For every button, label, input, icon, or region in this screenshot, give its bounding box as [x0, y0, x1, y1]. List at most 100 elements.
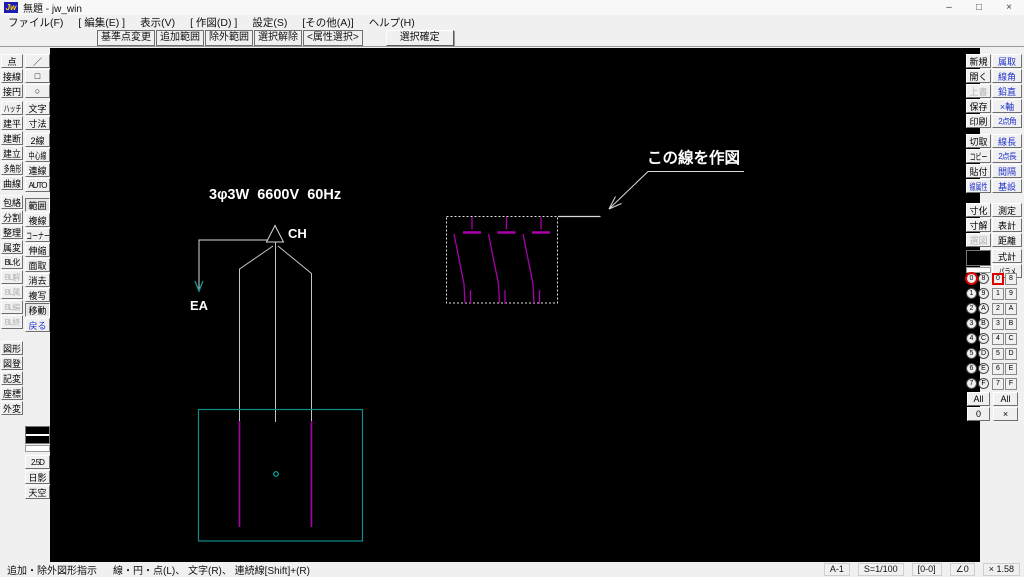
tool-button[interactable]: □	[25, 69, 50, 83]
close-icon[interactable]: ×	[994, 0, 1024, 15]
layer-group-button[interactable]: 3	[966, 318, 977, 329]
layer-button[interactable]: F	[1005, 378, 1017, 390]
layer-button[interactable]: 9	[1005, 288, 1017, 300]
layer-group-button[interactable]: E	[978, 363, 989, 374]
tool-button[interactable]: 複写	[25, 288, 50, 302]
tool-button[interactable]: ○	[25, 84, 50, 98]
layer-cross-button[interactable]: ×	[993, 407, 1018, 421]
tool-button[interactable]: 曲線	[1, 176, 23, 190]
layer-button[interactable]: 4	[992, 333, 1004, 345]
tool-button[interactable]: 点	[1, 54, 23, 68]
tool-button[interactable]: 座標	[1, 386, 23, 400]
tool-button[interactable]: 保存	[966, 99, 991, 113]
line-attribute-swatch-left[interactable]	[25, 426, 50, 444]
tool-button[interactable]: BL属	[1, 285, 23, 299]
tool-button[interactable]: 2点長	[992, 149, 1022, 163]
layer-group-button[interactable]: 9	[978, 288, 989, 299]
tool-button[interactable]: 鉛直	[992, 84, 1022, 98]
control-bar-button[interactable]: <属性選択>	[303, 30, 363, 46]
tool-button[interactable]: 基設	[992, 179, 1022, 193]
line-attribute-field-left[interactable]	[25, 445, 50, 452]
menu-item[interactable]: [その他(A)]	[302, 15, 353, 30]
layer-button[interactable]: 0	[992, 273, 1004, 285]
layer-group-button[interactable]: 0	[966, 273, 977, 284]
layer-group-button[interactable]: C	[978, 333, 989, 344]
status-field[interactable]: ∠0	[950, 563, 975, 576]
tool-button[interactable]: 文字	[25, 101, 50, 115]
layer-group-button[interactable]: F	[978, 378, 989, 389]
menu-item[interactable]: [ 編集(E) ]	[78, 15, 125, 30]
tool-button[interactable]: 2線	[25, 133, 50, 147]
menu-item[interactable]: [ 作図(D) ]	[190, 15, 237, 30]
tool-button[interactable]: 2.5D	[25, 455, 50, 469]
tool-button[interactable]: 範囲	[25, 198, 50, 212]
layer-button[interactable]: 3	[992, 318, 1004, 330]
tool-button[interactable]: 印刷	[966, 114, 991, 128]
tool-button[interactable]: 整理	[1, 225, 23, 239]
tool-button[interactable]: 建立	[1, 146, 23, 160]
tool-button[interactable]: ／	[25, 54, 50, 68]
tool-button[interactable]: 伸縮	[25, 243, 50, 257]
tool-button[interactable]: 距離	[992, 233, 1022, 247]
layer-group-button[interactable]: 8	[978, 273, 989, 284]
tool-button[interactable]: 接線	[1, 69, 23, 83]
tool-button[interactable]: ×軸	[992, 99, 1022, 113]
tool-button[interactable]: 新規	[966, 54, 991, 68]
layer-button[interactable]: B	[1005, 318, 1017, 330]
layer-button[interactable]: 5	[992, 348, 1004, 360]
tool-button[interactable]: 日影	[25, 470, 50, 484]
menu-item[interactable]: ファイル(F)	[8, 15, 63, 30]
control-bar-button[interactable]: 選択解除	[254, 30, 302, 46]
tool-button[interactable]: 外変	[1, 401, 23, 415]
menu-item[interactable]: ヘルプ(H)	[369, 15, 415, 30]
tool-button[interactable]: 開く	[966, 69, 991, 83]
status-field[interactable]: [0-0]	[912, 563, 942, 576]
tool-button[interactable]: 図登	[1, 356, 23, 370]
tool-button[interactable]: 線角	[992, 69, 1022, 83]
tool-button[interactable]: 選図	[966, 233, 991, 247]
tool-button[interactable]: 連線	[25, 163, 50, 177]
tool-button[interactable]: BL編	[1, 300, 23, 314]
tool-button[interactable]: 表計	[992, 218, 1022, 232]
maximize-icon[interactable]: □	[964, 0, 994, 15]
layer-button[interactable]: 1	[992, 288, 1004, 300]
tool-button[interactable]: 上書	[966, 84, 991, 98]
control-bar-button[interactable]: 除外範囲	[205, 30, 253, 46]
tool-button[interactable]: 中心線	[25, 148, 50, 162]
layer-group-button[interactable]: 4	[966, 333, 977, 344]
layer-button[interactable]: E	[1005, 363, 1017, 375]
layer-group-zero-button[interactable]: 0	[967, 407, 990, 421]
confirm-selection-button[interactable]: 選択確定	[386, 30, 454, 46]
tool-button[interactable]: 寸解	[966, 218, 991, 232]
menu-item[interactable]: 表示(V)	[140, 15, 175, 30]
menu-item[interactable]: 設定(S)	[252, 15, 287, 30]
tool-button[interactable]: BL終	[1, 315, 23, 329]
layer-button[interactable]: 2	[992, 303, 1004, 315]
tool-button[interactable]: 複線	[25, 213, 50, 227]
line-attribute-swatch-right[interactable]	[966, 250, 991, 266]
tool-button[interactable]: 天空	[25, 485, 50, 499]
tool-button[interactable]: AUTO	[25, 178, 50, 192]
tool-button[interactable]: BL化	[1, 255, 23, 269]
tool-button[interactable]: ハッチ	[1, 101, 23, 115]
tool-button[interactable]: 貼付	[966, 164, 991, 178]
tool-button[interactable]: 間隔	[992, 164, 1022, 178]
tool-button[interactable]: 属変	[1, 240, 23, 254]
tool-button[interactable]: 2点角	[992, 114, 1022, 128]
tool-button[interactable]: 建断	[1, 131, 23, 145]
layer-group-button[interactable]: 7	[966, 378, 977, 389]
layer-button[interactable]: 8	[1005, 273, 1017, 285]
layer-group-button[interactable]: 1	[966, 288, 977, 299]
layer-group-button[interactable]: A	[978, 303, 989, 314]
layer-button[interactable]: 7	[992, 378, 1004, 390]
tool-button[interactable]: 線属性	[966, 179, 991, 193]
tool-button[interactable]: 多角形	[1, 161, 23, 175]
minimize-icon[interactable]: –	[934, 0, 964, 15]
tool-button[interactable]: 分割	[1, 210, 23, 224]
tool-button[interactable]: 寸法	[25, 116, 50, 130]
status-field[interactable]: × 1.58	[983, 563, 1020, 576]
layer-button[interactable]: 6	[992, 363, 1004, 375]
tool-button[interactable]: 消去	[25, 273, 50, 287]
layer-button[interactable]: A	[1005, 303, 1017, 315]
tool-button[interactable]: 切取	[966, 134, 991, 148]
